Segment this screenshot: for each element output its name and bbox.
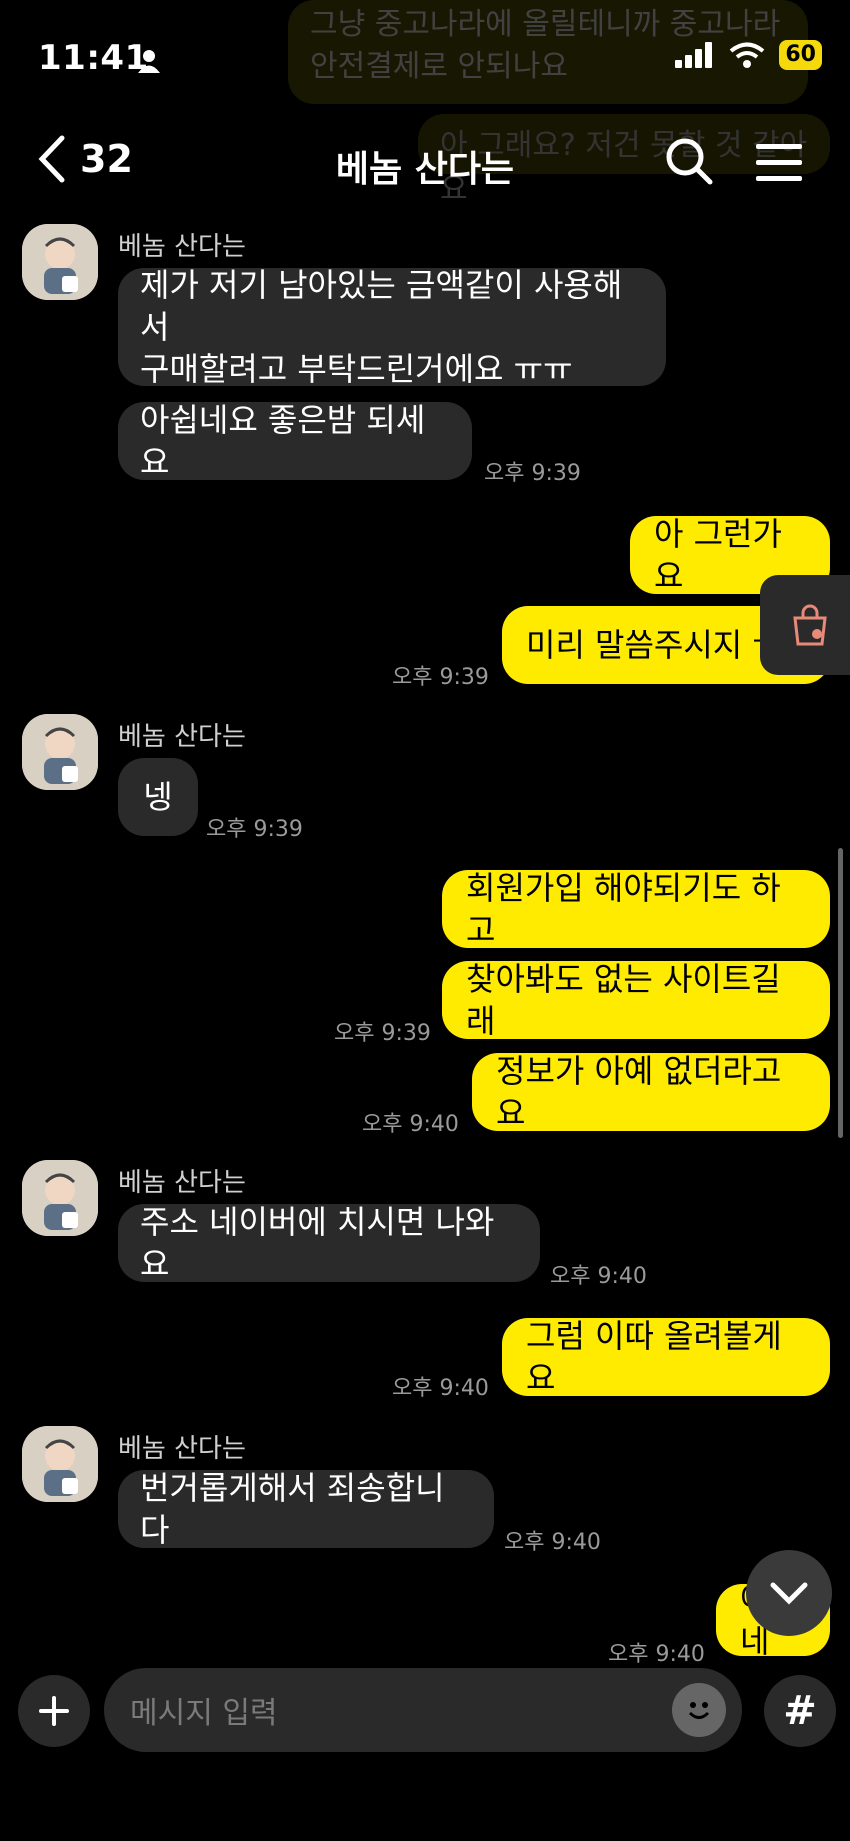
incoming-message[interactable]: 아쉽네요 좋은밤 되세요	[118, 401, 472, 481]
message-time: 오후 9:40	[392, 1376, 489, 1401]
message-time: 오후 9:39	[206, 817, 303, 842]
incoming-message[interactable]: 번거롭게해서 죄송합니다	[118, 1469, 494, 1549]
message-time: 오후 9:39	[334, 1021, 431, 1046]
incoming-message[interactable]: 제가 저기 남아있는 금액같이 사용해서 구매할려고 부탁드린거에요 ㅠㅠ	[118, 266, 666, 388]
emoji-icon	[688, 1702, 710, 1719]
message-text: 넹	[143, 778, 173, 816]
sender-name: 베놈 산다는	[118, 1434, 246, 1464]
incoming-message[interactable]: 넹	[118, 758, 198, 836]
battery-indicator: 60	[779, 40, 822, 70]
outgoing-message[interactable]: 정보가 아예 없더라고요	[472, 1052, 830, 1132]
scrollbar-thumb[interactable]	[838, 848, 843, 1138]
message-text: 회원가입 해야되기도 하고	[466, 869, 781, 949]
message-text: 그럼 이따 올려볼게요	[526, 1317, 782, 1397]
wifi-icon	[730, 42, 765, 68]
message-text: 아쉽네요 좋은밤 되세요	[140, 401, 426, 481]
message-time: 오후 9:39	[484, 461, 581, 486]
attach-button[interactable]	[18, 1675, 90, 1747]
message-text: 미리 말씀주시지 ㅠ	[526, 626, 782, 664]
message-text: 정보가 아예 없더라고요	[496, 1052, 782, 1132]
emoji-button[interactable]	[672, 1683, 726, 1737]
status-icons: 60	[675, 40, 822, 70]
sender-name: 베놈 산다는	[118, 232, 246, 262]
sender-name: 베놈 산다는	[118, 1168, 246, 1198]
menu-button[interactable]	[756, 142, 802, 186]
person-icon	[136, 48, 162, 78]
shopping-bag-icon	[793, 604, 827, 646]
plus-icon	[39, 1696, 69, 1726]
avatar[interactable]	[22, 714, 98, 790]
message-time: 오후 9:40	[504, 1530, 601, 1555]
search-button[interactable]	[664, 136, 714, 190]
outgoing-message[interactable]: 그럼 이따 올려볼게요	[502, 1317, 830, 1397]
message-text: 찾아봐도 없는 사이트길래	[466, 960, 781, 1040]
chat-title: 베놈 산다는	[335, 149, 515, 190]
hashtag-icon: #	[783, 1688, 817, 1734]
outgoing-message[interactable]: 찾아봐도 없는 사이트길래	[442, 960, 830, 1040]
message-text: 번거롭게해서 죄송합니다	[140, 1469, 445, 1549]
status-time: 11:41	[38, 38, 149, 78]
outgoing-message[interactable]: 회원가입 해야되기도 하고	[442, 869, 830, 949]
avatar[interactable]	[22, 224, 98, 300]
chevron-down-icon	[770, 1582, 808, 1605]
message-time: 오후 9:39	[392, 665, 489, 690]
message-text: 주소 네이버에 치시면 나와요	[140, 1203, 495, 1283]
sender-name: 베놈 산다는	[118, 722, 246, 752]
message-time: 오후 9:40	[550, 1264, 647, 1289]
avatar[interactable]	[22, 1160, 98, 1236]
avatar[interactable]	[22, 1426, 98, 1502]
message-text: 구매할려고 부탁드린거에요 ㅠㅠ	[140, 350, 573, 388]
scroll-down-button[interactable]	[746, 1550, 832, 1636]
incoming-message[interactable]: 주소 네이버에 치시면 나와요	[118, 1203, 540, 1283]
hamburger-icon	[756, 144, 802, 181]
signal-icon	[675, 42, 713, 68]
message-time: 오후 9:40	[608, 1642, 705, 1667]
message-input-placeholder: 메시지 입력	[130, 1696, 278, 1731]
message-time: 오후 9:40	[362, 1112, 459, 1137]
message-text: 제가 저기 남아있는 금액같이 사용해서	[140, 266, 623, 346]
shopping-button[interactable]	[760, 575, 850, 675]
search-icon	[666, 138, 713, 185]
hashtag-button[interactable]: #	[764, 1675, 836, 1747]
